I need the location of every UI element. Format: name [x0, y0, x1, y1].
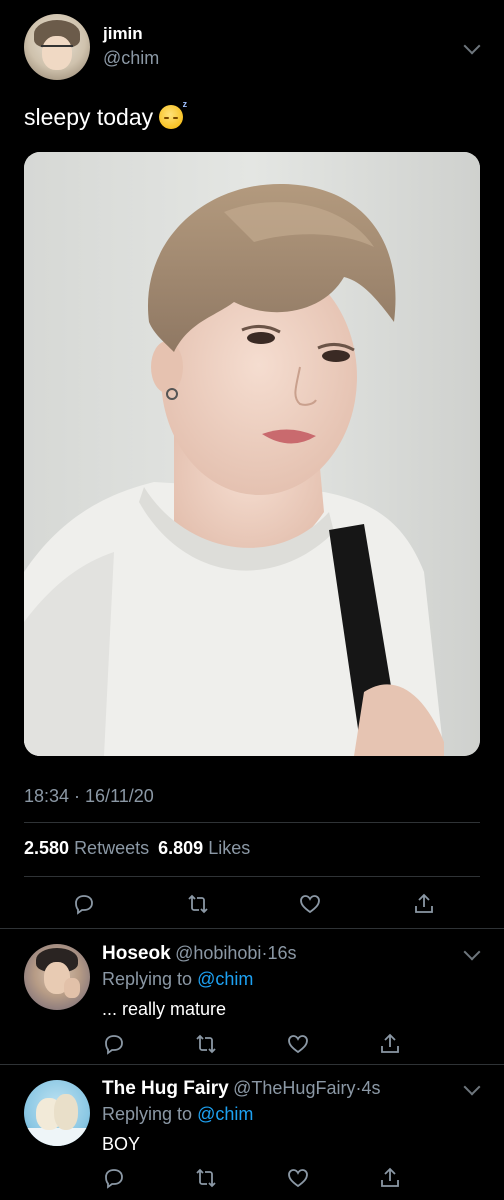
reply-icon[interactable] [102, 1032, 126, 1056]
hug-fairy-avatar[interactable] [24, 1080, 90, 1146]
reply-author-name[interactable]: Hoseok [102, 943, 171, 964]
jimin-avatar[interactable] [24, 14, 90, 80]
tweet-text-content: sleepy today [24, 104, 154, 130]
hoseok-avatar[interactable] [24, 944, 90, 1010]
reply-author-name[interactable]: The Hug Fairy [102, 1078, 229, 1099]
divider [0, 928, 504, 929]
reply-icon[interactable] [102, 1166, 126, 1190]
divider [0, 1064, 504, 1065]
sleepy-face-emoji: z [159, 99, 187, 129]
reply-author-handle[interactable]: @TheHugFairy [233, 1078, 355, 1098]
divider [24, 822, 480, 823]
reply-text: ... really mature [102, 999, 227, 1019]
reply-icon[interactable] [72, 892, 96, 916]
retweet-icon[interactable] [194, 1166, 218, 1190]
likes-label[interactable]: Likes [208, 838, 250, 858]
like-icon[interactable] [286, 1166, 310, 1190]
reply-time: 4s [361, 1078, 381, 1098]
author-name[interactable]: jimin [103, 24, 143, 44]
share-icon[interactable] [378, 1166, 402, 1190]
retweet-icon[interactable] [186, 892, 210, 916]
tweet-timestamp: 18:34 · 16/11/20 [24, 786, 154, 806]
tweet-photo[interactable] [24, 152, 480, 756]
reply-header: Hoseok @hobihobi·16s [102, 943, 297, 964]
retweets-label[interactable]: Retweets [74, 838, 149, 858]
tweet-stats: 2.580 Retweets 6.809 Likes [24, 838, 250, 859]
mention-link[interactable]: @chim [197, 969, 253, 989]
like-icon[interactable] [286, 1032, 310, 1056]
mention-link[interactable]: @chim [197, 1104, 253, 1124]
tweet-text: sleepy today z [24, 99, 187, 131]
retweets-count[interactable]: 2.580 [24, 838, 69, 858]
likes-count[interactable]: 6.809 [158, 838, 203, 858]
chevron-down-icon[interactable] [463, 37, 481, 55]
share-icon[interactable] [412, 892, 436, 916]
tweet-thread: jimin @chim sleepy today z 18:34 · 16/11… [0, 0, 504, 1200]
chevron-down-icon[interactable] [463, 943, 481, 961]
divider [24, 876, 480, 877]
share-icon[interactable] [378, 1032, 402, 1056]
reply-author-handle[interactable]: @hobihobi [175, 943, 261, 963]
chevron-down-icon[interactable] [463, 1078, 481, 1096]
retweet-icon[interactable] [194, 1032, 218, 1056]
replying-to: Replying to @chim [102, 969, 254, 989]
reply-text: BOY [102, 1134, 141, 1154]
replying-to: Replying to @chim [102, 1104, 254, 1124]
like-icon[interactable] [298, 892, 322, 916]
reply-header: The Hug Fairy @TheHugFairy·4s [102, 1078, 381, 1099]
reply-time: 16s [267, 943, 297, 963]
author-handle[interactable]: @chim [103, 48, 159, 69]
